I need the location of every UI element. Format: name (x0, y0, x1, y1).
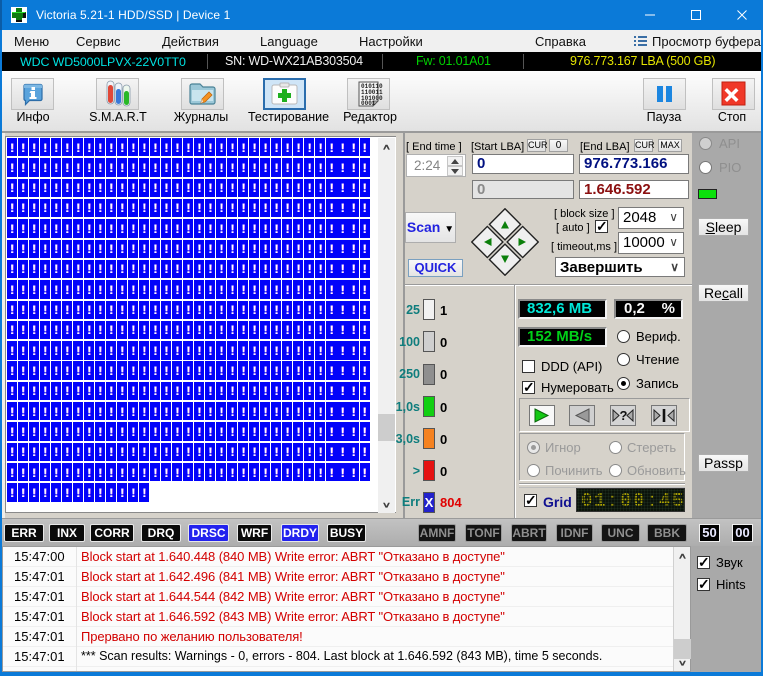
svg-text:?: ? (620, 408, 628, 423)
svg-text:0001: 0001 (361, 100, 376, 107)
